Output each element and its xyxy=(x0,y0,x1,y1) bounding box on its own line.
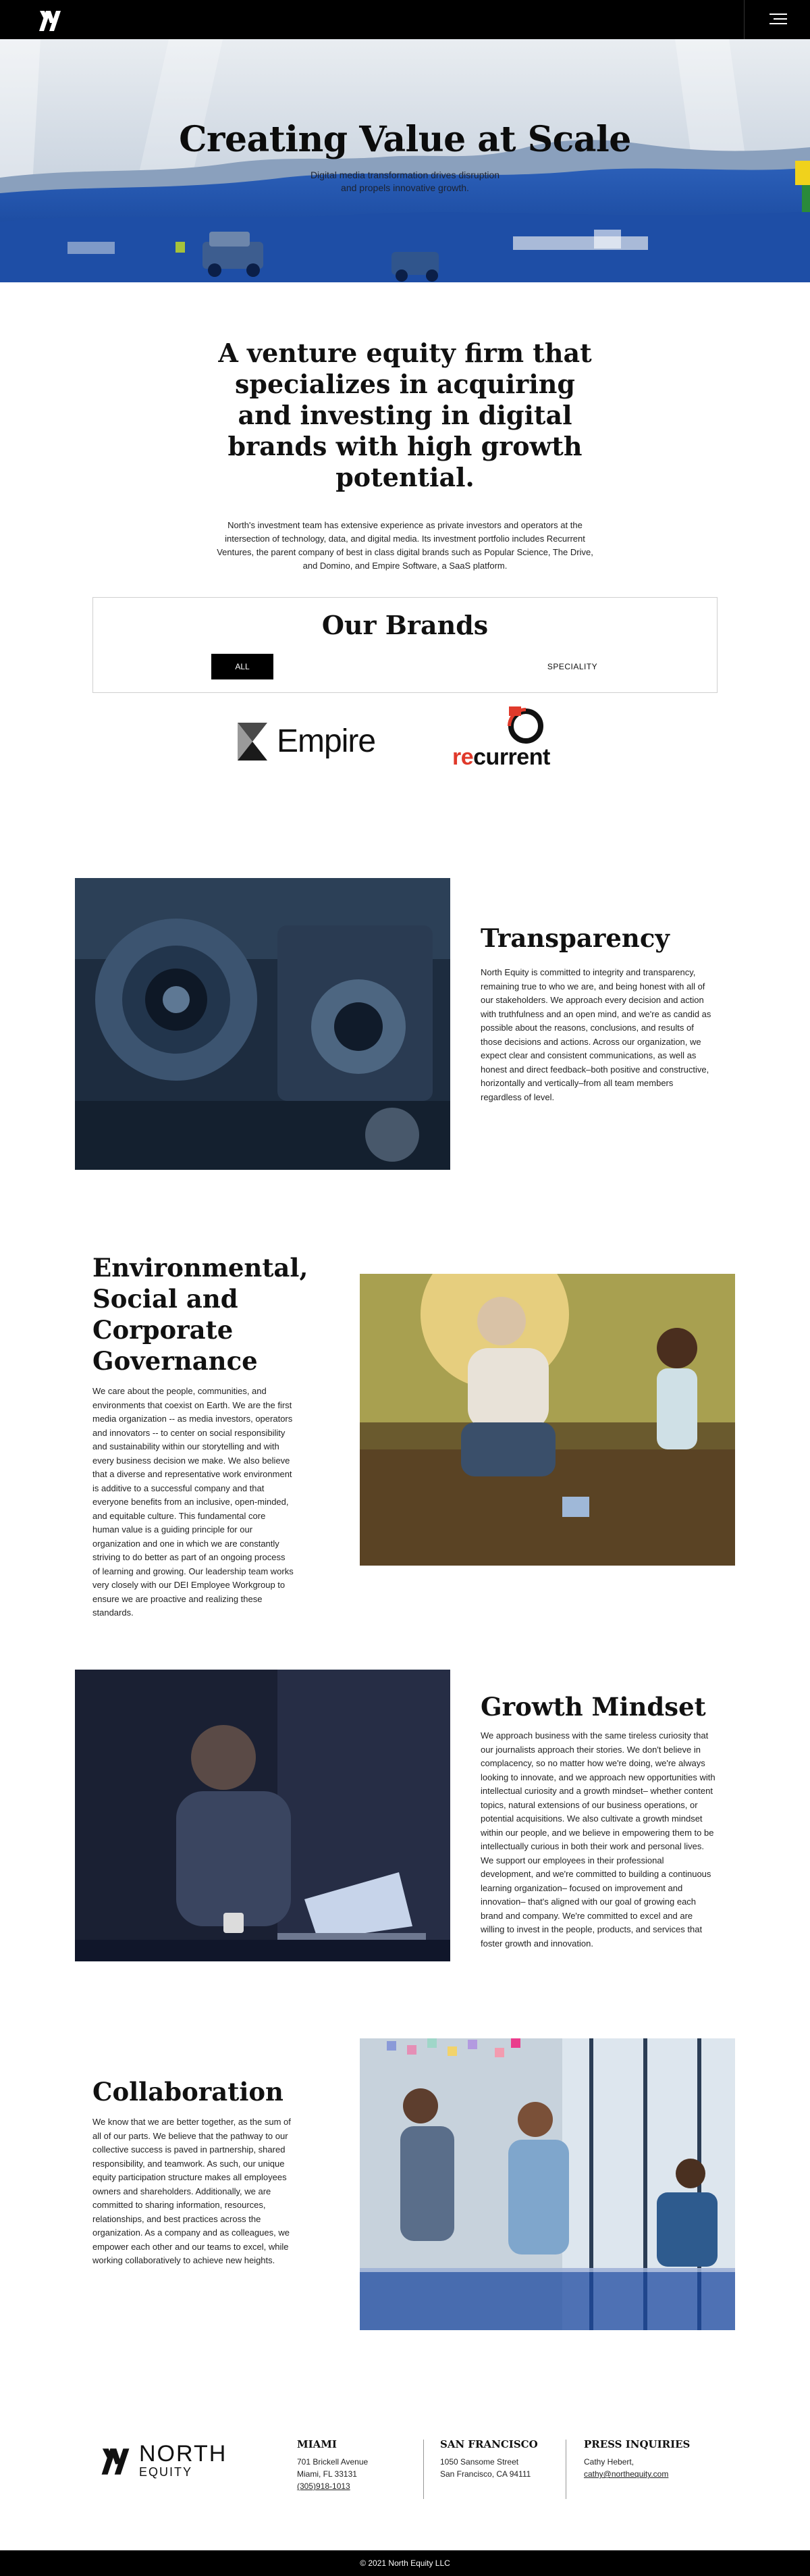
top-navbar xyxy=(0,0,810,39)
camera-photo xyxy=(75,878,450,1170)
intro-section: A venture equity firm that specializes i… xyxy=(0,282,810,597)
footer-divider xyxy=(423,2440,424,2499)
grandfather-photo xyxy=(360,1274,735,1566)
hero-background-image xyxy=(0,39,810,282)
empire-wordmark: Empire xyxy=(277,723,376,759)
esg-title-line4: Governance xyxy=(92,1346,258,1376)
footer-miami: MIAMI 701 Brickell Avenue Miami, FL 3313… xyxy=(297,2438,368,2492)
recurrent-wordmark-suffix: current xyxy=(473,744,550,770)
esg-title-line2: Social and xyxy=(92,1284,238,1314)
team-meeting-photo xyxy=(360,2038,735,2330)
esg-title-line1: Environmental, xyxy=(92,1253,308,1283)
copyright-bar: © 2021 North Equity LLC xyxy=(0,2550,810,2576)
empire-logo[interactable]: Empire xyxy=(238,716,382,765)
recurrent-mark-icon xyxy=(508,706,543,744)
tab-all[interactable]: ALL xyxy=(211,654,273,679)
esg-title-line3: Corporate xyxy=(92,1315,234,1345)
north-equity-monogram-icon xyxy=(101,2448,130,2475)
intro-heading: A venture equity firm that specializes i… xyxy=(218,338,592,492)
north-equity-monogram-icon[interactable] xyxy=(38,8,62,31)
tab-speciality[interactable]: SPECIALITY xyxy=(529,654,616,679)
hero-subtitle-line2: and propels innovative growth. xyxy=(341,182,469,193)
footer-logo-sub: EQUITY xyxy=(139,2465,193,2479)
footer-logo[interactable]: NORTH EQUITY xyxy=(100,2440,225,2480)
hero-subtitle: Digital media transformation drives disr… xyxy=(0,169,810,195)
brand-logos: Empire recurrent xyxy=(0,693,810,869)
miami-phone-link[interactable]: (305)918-1013 xyxy=(297,2481,350,2491)
transparency-section: Transparency North Equity is committed t… xyxy=(0,869,810,1232)
transparency-body: North Equity is committed to integrity a… xyxy=(481,967,711,1102)
hamburger-menu-icon[interactable] xyxy=(768,14,787,26)
footer-sf: SAN FRANCISCO 1050 Sansome Street San Fr… xyxy=(440,2438,538,2480)
recurrent-wordmark: recurrent xyxy=(452,744,550,771)
footer: NORTH EQUITY MIAMI 701 Brickell Avenue M… xyxy=(0,2403,810,2550)
sf-line1: 1050 Sansome Street xyxy=(440,2457,519,2467)
brands-panel: Our Brands ALL SPECIALITY xyxy=(92,597,718,693)
footer-logo-word: NORTH xyxy=(139,2441,227,2467)
esg-section: Environmental, Social and Corporate Gove… xyxy=(0,1232,810,1664)
collaboration-title: Collaboration xyxy=(92,2077,284,2107)
press-email-link[interactable]: cathy@northequity.com xyxy=(584,2469,668,2479)
collaboration-section: Collaboration We know that we are better… xyxy=(0,2038,810,2403)
menu-container xyxy=(744,0,810,39)
growth-section: Growth Mindset We approach business with… xyxy=(0,1664,810,2038)
growth-body: We approach business with the same tirel… xyxy=(481,1730,716,1949)
esg-body: We care about the people, communities, a… xyxy=(92,1386,294,1618)
hero-subtitle-line1: Digital media transformation drives disr… xyxy=(310,170,500,180)
growth-title: Growth Mindset xyxy=(481,1692,706,1722)
empire-mark-icon xyxy=(238,723,267,761)
hero-title: Creating Value at Scale xyxy=(179,119,631,160)
intro-body: North's investment team has extensive ex… xyxy=(217,520,593,571)
press-name: Cathy Hebert, xyxy=(584,2457,634,2467)
sf-title: SAN FRANCISCO xyxy=(440,2438,538,2450)
hero-banner: Creating Value at Scale Digital media tr… xyxy=(0,39,810,282)
miami-title: MIAMI xyxy=(297,2438,337,2450)
recurrent-wordmark-prefix: re xyxy=(452,744,474,770)
transparency-title: Transparency xyxy=(481,923,670,953)
miami-line2: Miami, FL 33131 xyxy=(297,2469,357,2479)
esg-title: Environmental, Social and Corporate Gove… xyxy=(92,1252,315,1376)
footer-press: PRESS INQUIRIES Cathy Hebert, cathy@nort… xyxy=(584,2438,690,2480)
sf-line2: San Francisco, CA 94111 xyxy=(440,2469,531,2479)
man-laptop-photo xyxy=(75,1670,450,1961)
collaboration-body: We know that we are better together, as … xyxy=(92,2117,291,2265)
recurrent-logo[interactable]: recurrent xyxy=(451,705,551,775)
press-title: PRESS INQUIRIES xyxy=(584,2438,691,2450)
miami-line1: 701 Brickell Avenue xyxy=(297,2457,369,2467)
brands-title: Our Brands xyxy=(321,610,489,640)
